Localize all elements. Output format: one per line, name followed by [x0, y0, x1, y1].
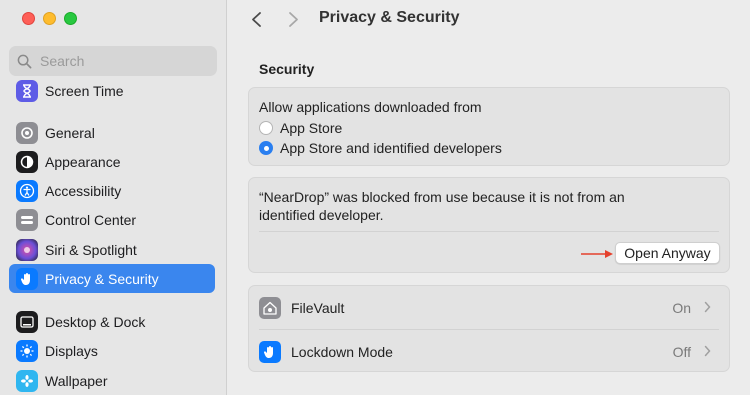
sidebar-item-label: Control Center — [45, 211, 137, 228]
option-label: App Store — [280, 120, 343, 136]
open-anyway-button[interactable]: Open Anyway — [615, 242, 720, 264]
sidebar-item-label: Wallpaper — [45, 372, 108, 389]
sidebar-item-control-center[interactable]: Control Center — [9, 205, 215, 234]
filevault-status: On — [672, 299, 691, 316]
lockdown-mode-label: Lockdown Mode — [291, 343, 393, 360]
siri-icon — [16, 238, 38, 261]
radio-button-selected[interactable] — [259, 141, 273, 155]
option-app-store[interactable]: App Store — [259, 120, 342, 136]
hand-icon — [259, 340, 281, 363]
chevron-right-icon — [288, 11, 298, 27]
sidebar-item-accessibility[interactable]: Accessibility — [9, 176, 215, 205]
hand-icon — [16, 267, 38, 290]
hourglass-icon — [16, 79, 38, 102]
lockdown-mode-row[interactable]: Lockdown Mode Off — [249, 330, 729, 373]
radio-button[interactable] — [259, 121, 273, 135]
main-pane: Privacy & Security Security Allow applic… — [227, 0, 750, 395]
search-input[interactable] — [40, 53, 200, 69]
sidebar-item-label: Appearance — [45, 153, 121, 170]
chevron-left-icon — [251, 11, 261, 27]
sidebar-item-label: Siri & Spotlight — [45, 241, 137, 258]
chevron-right-icon — [704, 345, 711, 357]
lockdown-mode-status: Off — [672, 343, 691, 360]
blocked-message: “NearDrop” was blocked from use because … — [259, 189, 625, 223]
sidebar-item-general[interactable]: General — [9, 118, 215, 147]
appearance-icon — [16, 150, 38, 173]
settings-window: Screen Time General Appearance Accessibi… — [0, 0, 750, 395]
sidebar-item-desktop-dock[interactable]: Desktop & Dock — [9, 307, 215, 336]
sun-icon — [16, 339, 38, 362]
divider — [259, 231, 719, 232]
accessibility-icon — [16, 179, 38, 202]
close-window-button[interactable] — [22, 12, 35, 25]
sidebar-item-screen-time[interactable]: Screen Time — [9, 78, 215, 105]
sidebar-item-label: General — [45, 124, 95, 141]
flower-icon — [16, 369, 38, 392]
sidebar-item-privacy-security[interactable]: Privacy & Security — [9, 264, 215, 293]
sidebar-item-label: Screen Time — [45, 82, 124, 99]
option-app-store-identified[interactable]: App Store and identified developers — [259, 140, 502, 156]
arrow-right-icon — [581, 250, 613, 258]
search-icon — [17, 54, 32, 68]
allow-apps-label: Allow applications downloaded from — [259, 99, 482, 115]
zoom-window-button[interactable] — [64, 12, 77, 25]
filevault-row[interactable]: FileVault On — [249, 286, 729, 329]
search-field[interactable] — [9, 46, 217, 76]
forward-button[interactable] — [283, 9, 303, 29]
security-options-card: FileVault On Lockdown Mode Off — [248, 285, 730, 372]
back-button[interactable] — [246, 9, 266, 29]
sidebar-item-appearance[interactable]: Appearance — [9, 147, 215, 176]
sidebar: Screen Time General Appearance Accessibi… — [0, 0, 227, 395]
window-controls — [22, 12, 77, 25]
control-center-icon — [16, 208, 38, 231]
sidebar-item-label: Displays — [45, 342, 98, 359]
dock-icon — [16, 310, 38, 333]
sidebar-item-siri-spotlight[interactable]: Siri & Spotlight — [9, 235, 215, 264]
option-label: App Store and identified developers — [280, 140, 502, 156]
gear-icon — [16, 121, 38, 144]
toolbar: Privacy & Security — [227, 0, 750, 38]
security-heading: Security — [259, 61, 315, 77]
sidebar-item-wallpaper[interactable]: Wallpaper — [9, 366, 215, 395]
sidebar-item-label: Privacy & Security — [45, 270, 159, 287]
blocked-app-card: “NearDrop” was blocked from use because … — [248, 177, 730, 273]
house-lock-icon — [259, 296, 281, 319]
filevault-label: FileVault — [291, 299, 345, 316]
page-title: Privacy & Security — [319, 9, 460, 26]
sidebar-item-displays[interactable]: Displays — [9, 336, 215, 365]
minimize-window-button[interactable] — [43, 12, 56, 25]
chevron-right-icon — [704, 301, 711, 313]
sidebar-list: Screen Time General Appearance Accessibi… — [9, 78, 217, 395]
sidebar-item-label: Accessibility — [45, 182, 122, 199]
allow-apps-card: Allow applications downloaded from App S… — [248, 87, 730, 166]
sidebar-item-label: Desktop & Dock — [45, 313, 146, 330]
